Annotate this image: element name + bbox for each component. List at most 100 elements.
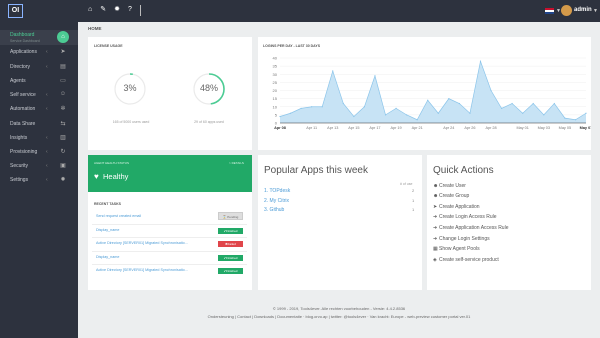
data-point[interactable]	[500, 107, 503, 109]
hourglass-icon: ⌛	[222, 215, 227, 219]
wrench-icon[interactable]: ✎	[100, 5, 106, 16]
y-tick-label: 0	[275, 121, 278, 126]
create-login-access-rule-link[interactable]: ➜ Create Login Access Rule	[433, 214, 497, 220]
create-user-link[interactable]: ☻Create User	[433, 183, 466, 189]
data-point[interactable]	[574, 119, 577, 121]
sidebar-item-label: Security	[10, 163, 29, 169]
sidebar-item-security[interactable]: Security ‹ ▣	[0, 159, 78, 174]
data-point[interactable]	[448, 98, 450, 100]
apps-percentage: 48%	[199, 83, 218, 93]
task-link[interactable]: Display_name	[96, 228, 119, 232]
task-link[interactable]: Send request created email	[96, 214, 141, 218]
data-point[interactable]	[311, 106, 313, 108]
chevron-down-icon[interactable]: ▼	[593, 8, 598, 14]
show-agent-pools-link[interactable]: ▦Show Agent Pools	[433, 246, 480, 252]
data-point[interactable]	[585, 112, 587, 114]
user-name[interactable]: admin	[574, 7, 592, 13]
task-link[interactable]: Active Directory [SERVER01] Migrated Syn…	[96, 268, 188, 272]
data-point[interactable]	[289, 112, 292, 114]
x-tick-label: May 07	[580, 126, 591, 130]
status-badge-label: Failed	[227, 242, 236, 246]
data-point[interactable]	[395, 107, 397, 109]
data-point[interactable]	[279, 115, 281, 118]
cog-icon: ✲	[60, 106, 66, 112]
chevron-left-icon: ‹	[46, 49, 48, 55]
data-point[interactable]	[479, 60, 482, 62]
details-link[interactable]: > DETAILS	[229, 161, 244, 165]
task-link[interactable]: Active Directory [SERVER01] Migrated Syn…	[96, 241, 188, 245]
breadcrumb[interactable]: HOME	[88, 26, 102, 31]
footer-links[interactable]: Ondersteuning | Contact | Downloads | Do…	[78, 314, 600, 319]
sidebar-item-directory[interactable]: Directory ‹ ▤	[0, 60, 78, 75]
data-point[interactable]	[458, 102, 460, 105]
data-point[interactable]	[416, 119, 418, 121]
sidebar-item-label: Dashboard	[10, 32, 35, 38]
data-point[interactable]	[427, 99, 429, 101]
sidebar-item-applications[interactable]: Applications ‹ ➤	[0, 45, 78, 60]
x-tick-label: May 05	[559, 126, 571, 130]
sidebar-item-self-service[interactable]: Self service ‹ ☺	[0, 88, 78, 103]
data-point[interactable]	[437, 112, 439, 114]
data-point[interactable]	[353, 115, 355, 118]
data-point[interactable]	[490, 89, 492, 92]
status-badge: ✖Failed	[218, 241, 243, 247]
data-point[interactable]	[300, 107, 302, 109]
sidebar-item-settings[interactable]: Settings ‹ ✹	[0, 173, 78, 188]
data-point[interactable]	[342, 102, 344, 105]
create-application-access-rule-link[interactable]: ➜ Create Application Access Rule	[433, 225, 508, 231]
create-self-service-product-link[interactable]: ◈ Create self-service product	[433, 257, 499, 263]
quick-actions-title: Quick Actions	[433, 165, 494, 176]
gear-icon[interactable]: ✹	[114, 5, 120, 16]
sidebar-item-provisioning[interactable]: Provisioning ‹ ↻	[0, 145, 78, 160]
sidebar-item-dashboard[interactable]: Dashboard Service Dashboard ⌂	[0, 30, 78, 45]
task-link[interactable]: Display_name	[96, 255, 119, 259]
x-tick-label: May 01	[516, 126, 528, 130]
status-badge-label: Finished	[226, 269, 238, 273]
app-link[interactable]: 2. My Citrix	[264, 198, 289, 204]
sidebar-item-automation[interactable]: Automation ‹ ✲	[0, 102, 78, 117]
logins-chart: 0 5 10 15 20 25 30 35 40 Apr 08 Apr 11 Apr 13 Apr 15…	[273, 56, 591, 131]
data-point[interactable]	[469, 112, 471, 114]
data-point[interactable]	[332, 70, 334, 72]
data-point[interactable]	[532, 102, 534, 105]
app-link[interactable]: 3. Github	[264, 207, 284, 213]
chevron-left-icon: ‹	[46, 177, 48, 183]
app-count: 2	[412, 188, 415, 193]
data-point[interactable]	[363, 106, 366, 108]
sidebar-item-data-share[interactable]: Data Share ⇆	[0, 117, 78, 132]
data-point[interactable]	[384, 114, 387, 116]
chevron-left-icon: ‹	[46, 135, 48, 141]
data-point[interactable]	[522, 112, 524, 114]
sidebar-item-label: Applications	[10, 49, 37, 55]
sidebar-item-label: Agents	[10, 78, 26, 84]
status-badge: ✔Finished	[218, 268, 243, 274]
sidebar-item-label: Directory	[10, 64, 31, 70]
home-icon[interactable]: ⌂	[88, 5, 92, 16]
x-tick-label: Apr 15	[348, 126, 359, 130]
change-login-settings-link[interactable]: ➜ Change Login Settings	[433, 236, 490, 242]
app-link[interactable]: 1. TOPdesk	[264, 188, 290, 194]
data-point[interactable]	[553, 102, 555, 105]
avatar[interactable]	[561, 5, 572, 16]
sidebar-item-label: Data Share	[10, 121, 36, 127]
data-point[interactable]	[564, 117, 566, 119]
app-logo[interactable]: OI	[8, 4, 23, 18]
quick-action-label: Create User	[439, 183, 466, 189]
data-point[interactable]	[321, 106, 323, 108]
language-flag-icon[interactable]	[545, 8, 554, 14]
chevron-left-icon: ‹	[46, 163, 48, 169]
book-icon: ▤	[60, 64, 66, 70]
data-point[interactable]	[374, 75, 376, 77]
user-icon: ☺	[59, 91, 67, 97]
y-tick-label: 40	[273, 56, 278, 61]
quick-action-label: Create self-service product	[439, 257, 499, 263]
create-group-link[interactable]: ☻Create Group	[433, 193, 469, 199]
help-icon[interactable]: ?	[128, 5, 132, 16]
data-point[interactable]	[511, 102, 513, 105]
data-point[interactable]	[543, 114, 545, 116]
data-point[interactable]	[406, 114, 408, 116]
sidebar-item-agents[interactable]: Agents ▭	[0, 74, 78, 89]
y-tick-label: 25	[273, 80, 278, 85]
sidebar-item-insights[interactable]: Insights ‹ ▥	[0, 131, 78, 146]
create-application-link[interactable]: ➤ Create Application	[433, 204, 480, 210]
